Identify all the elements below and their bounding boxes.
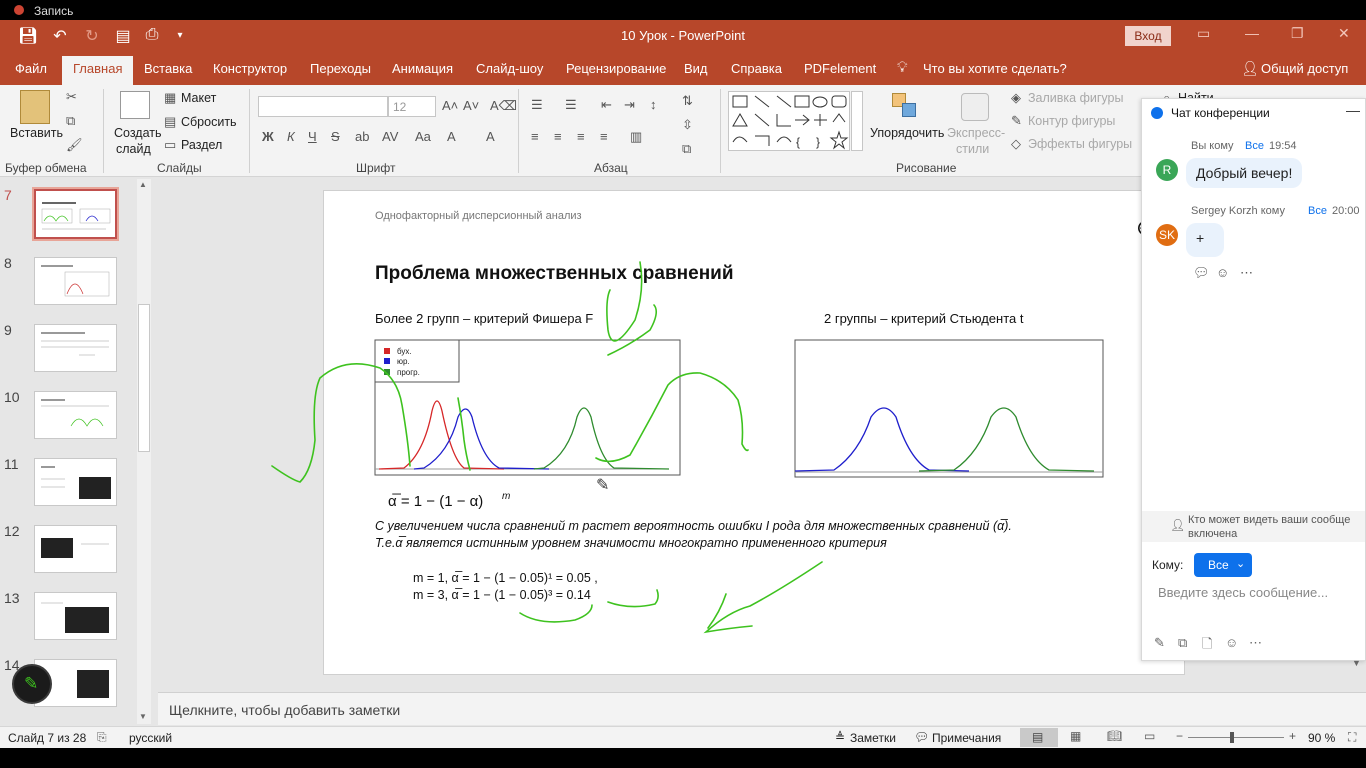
msg1-recipient[interactable]: Все	[1245, 140, 1264, 152]
notes-toggle[interactable]: Заметки	[850, 731, 896, 745]
language-indicator[interactable]: русский	[129, 731, 172, 745]
avatar: R	[1156, 159, 1178, 181]
notes-pane[interactable]: Щелкните, чтобы добавить заметки	[158, 692, 1366, 725]
zoom-level[interactable]: 90 %	[1308, 731, 1335, 745]
normal-view-icon: ▤	[1032, 730, 1044, 744]
annotation-stroke-4	[457, 397, 471, 471]
slideshow-view-icon[interactable]: ▭	[1144, 729, 1155, 743]
notes-toggle-icon: ≜	[835, 730, 846, 744]
fit-slide-icon[interactable]: ⛶	[1348, 730, 1356, 745]
recipient-dropdown[interactable]: Все ⌄	[1194, 553, 1252, 577]
file-icon[interactable]: 🗋︎	[1202, 635, 1212, 657]
chat-resize-icon[interactable]: ▼	[1352, 658, 1361, 668]
msg2-time: 20:00	[1332, 205, 1360, 217]
chevron-down-icon: ⌄	[1236, 558, 1246, 570]
add-reaction-icon[interactable]: ☺	[1216, 265, 1229, 280]
chat-title: Чат конференции	[1171, 106, 1270, 120]
visibility-note: Кто может видеть ваши сообще включена	[1188, 514, 1351, 540]
notes-placeholder[interactable]: Щелкните, чтобы добавить заметки	[169, 702, 400, 718]
spellcheck-icon[interactable]: ⎘	[97, 730, 107, 745]
more-actions-icon[interactable]: ⋯	[1240, 265, 1253, 281]
slide-counter: Слайд 7 из 28	[8, 731, 87, 745]
zoom-slider-thumb[interactable]	[1230, 732, 1234, 743]
msg1-sender: Вы кому	[1191, 140, 1234, 152]
annotation-stroke-5	[519, 604, 593, 623]
format-text-icon[interactable]: ✎	[1154, 635, 1165, 651]
zoom-slider[interactable]	[1188, 737, 1284, 738]
msg2-bubble: +	[1186, 223, 1224, 257]
visibility-icon: 👤︎	[1170, 518, 1186, 532]
slide-sorter-icon[interactable]: ▦	[1070, 729, 1081, 743]
comments-toggle[interactable]: Примечания	[932, 731, 1001, 745]
reply-icon[interactable]: 💬︎	[1193, 265, 1210, 281]
comments-icon: 💬︎	[914, 730, 930, 744]
taskbar-strip	[0, 748, 1366, 768]
reading-view-icon[interactable]: 📖︎	[1107, 729, 1122, 743]
more-options-icon[interactable]: ⋯	[1249, 635, 1262, 651]
annotation-stroke-3	[595, 372, 749, 463]
emoji-icon[interactable]: ☺	[1225, 635, 1238, 650]
to-label: Кому:	[1152, 558, 1184, 572]
annotation-stroke-2	[606, 261, 658, 356]
message-input[interactable]: Введите здесь сообщение...	[1158, 585, 1328, 600]
msg2-recipient[interactable]: Все	[1308, 205, 1327, 217]
recipient-value: Все	[1208, 558, 1229, 572]
conference-chat-panel: Чат конференции — R Вы кому Все 19:54 До…	[1141, 98, 1366, 661]
avatar: SK	[1156, 224, 1178, 246]
chat-minimize-icon[interactable]: —	[1346, 102, 1360, 118]
msg2-sender: Sergey Korzh кому	[1191, 205, 1285, 217]
normal-view-button[interactable]: ▤	[1020, 728, 1058, 747]
msg1-bubble: Добрый вечер!	[1186, 158, 1303, 188]
annotation-stroke-6	[607, 589, 659, 608]
annotation-stroke-7	[703, 561, 823, 634]
msg1-time: 19:54	[1269, 140, 1297, 152]
visibility-notice: 👤︎ Кто может видеть ваши сообще включена	[1142, 511, 1365, 542]
screenshot-icon[interactable]: ⧉	[1178, 635, 1187, 651]
annotation-stroke-1	[271, 362, 411, 483]
zoom-out-icon[interactable]: −	[1176, 729, 1183, 743]
mouse-pen-cursor-icon: ✎	[596, 477, 609, 494]
zoom-logo-icon	[1151, 107, 1163, 119]
status-bar: Слайд 7 из 28 ⎘ русский ≜ Заметки 💬︎ При…	[0, 726, 1366, 748]
zoom-in-icon[interactable]: +	[1289, 729, 1296, 743]
